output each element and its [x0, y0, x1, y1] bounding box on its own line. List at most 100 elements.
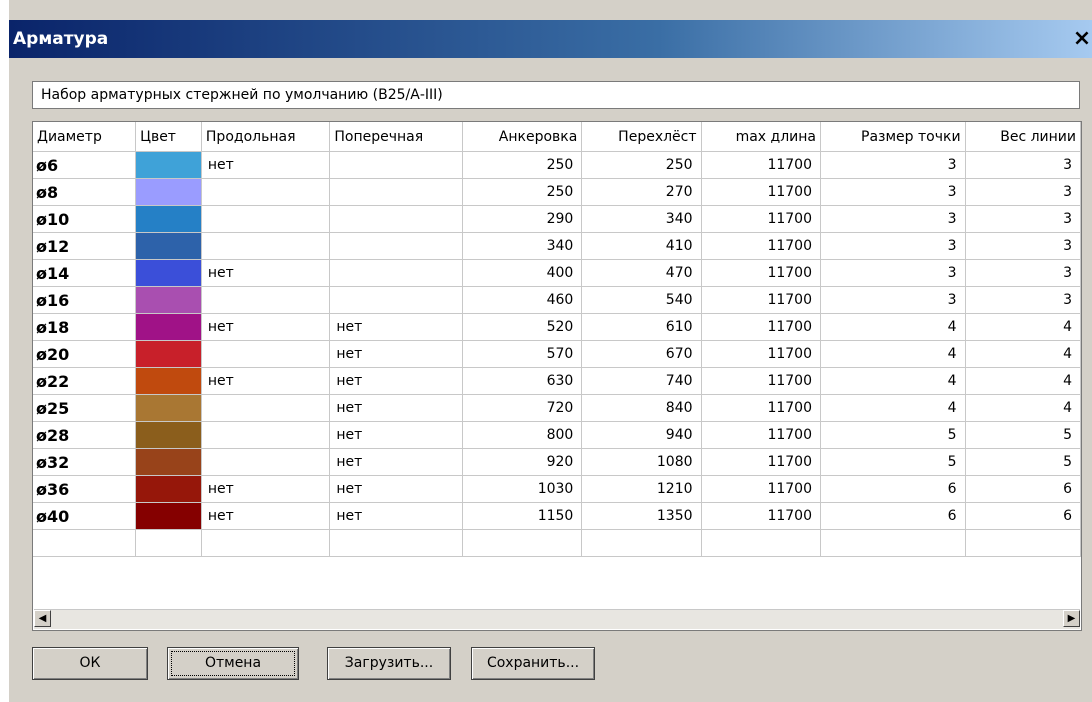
table-row[interactable]: ø12 340 410 11700 3 3 — [33, 232, 1081, 260]
line-weight-cell[interactable]: 3 — [965, 178, 1081, 206]
column-header-diameter[interactable]: Диаметр — [33, 122, 137, 152]
anchorage-cell[interactable]: 460 — [462, 286, 583, 314]
point-size-cell[interactable]: 3 — [820, 205, 966, 233]
color-cell[interactable] — [135, 313, 202, 341]
line-weight-cell[interactable]: 4 — [965, 394, 1081, 422]
overlap-cell[interactable]: 740 — [581, 367, 702, 395]
table-row[interactable]: ø16 460 540 11700 3 3 — [33, 286, 1081, 314]
anchorage-cell[interactable]: 720 — [462, 394, 583, 422]
color-cell[interactable] — [135, 475, 202, 503]
line-weight-cell[interactable]: 6 — [965, 502, 1081, 530]
table-row[interactable]: ø6 нет 250 250 11700 3 3 — [33, 151, 1081, 179]
max-length-cell[interactable]: 11700 — [701, 367, 821, 395]
anchorage-cell[interactable]: 800 — [462, 421, 583, 449]
line-weight-cell[interactable]: 5 — [965, 421, 1081, 449]
column-header-overlap[interactable]: Перехлёст — [581, 122, 702, 152]
color-cell[interactable] — [135, 367, 202, 395]
column-header-anchorage[interactable]: Анкеровка — [462, 122, 583, 152]
line-weight-cell[interactable]: 3 — [965, 286, 1081, 314]
anchorage-cell[interactable]: 290 — [462, 205, 583, 233]
empty-cell[interactable] — [135, 529, 202, 557]
longitudinal-cell[interactable] — [201, 232, 331, 260]
diameter-cell[interactable]: ø20 — [33, 340, 137, 368]
color-cell[interactable] — [135, 232, 202, 260]
longitudinal-cell[interactable]: нет — [201, 151, 331, 179]
ok-button[interactable]: ОК — [32, 647, 148, 680]
point-size-cell[interactable]: 4 — [820, 394, 966, 422]
longitudinal-cell[interactable]: нет — [201, 367, 331, 395]
point-size-cell[interactable]: 3 — [820, 178, 966, 206]
horizontal-scrollbar[interactable]: ◀ ▶ — [34, 609, 1080, 629]
longitudinal-cell[interactable] — [201, 448, 331, 476]
color-cell[interactable] — [135, 421, 202, 449]
longitudinal-cell[interactable] — [201, 286, 331, 314]
table-row[interactable]: ø40 нет нет 1150 1350 11700 6 6 — [33, 502, 1081, 530]
transverse-cell[interactable]: нет — [329, 367, 464, 395]
table-row[interactable]: ø25 нет 720 840 11700 4 4 — [33, 394, 1081, 422]
max-length-cell[interactable]: 11700 — [701, 448, 821, 476]
cancel-button[interactable]: Отмена — [167, 647, 299, 680]
empty-cell[interactable] — [462, 529, 583, 557]
table-row[interactable]: ø36 нет нет 1030 1210 11700 6 6 — [33, 475, 1081, 503]
max-length-cell[interactable]: 11700 — [701, 205, 821, 233]
anchorage-cell[interactable]: 520 — [462, 313, 583, 341]
point-size-cell[interactable]: 3 — [820, 232, 966, 260]
overlap-cell[interactable]: 840 — [581, 394, 702, 422]
column-header-transverse[interactable]: Поперечная — [329, 122, 464, 152]
max-length-cell[interactable]: 11700 — [701, 340, 821, 368]
overlap-cell[interactable]: 410 — [581, 232, 702, 260]
transverse-cell[interactable]: нет — [329, 502, 464, 530]
transverse-cell[interactable] — [329, 178, 464, 206]
save-button[interactable]: Сохранить... — [471, 647, 595, 680]
scroll-right-icon[interactable]: ▶ — [1063, 610, 1080, 627]
empty-cell[interactable] — [329, 529, 464, 557]
empty-cell[interactable] — [701, 529, 821, 557]
overlap-cell[interactable]: 470 — [581, 259, 702, 287]
set-name-field[interactable]: Набор арматурных стержней по умолчанию (… — [32, 81, 1080, 109]
color-cell[interactable] — [135, 340, 202, 368]
diameter-cell[interactable]: ø6 — [33, 151, 137, 179]
color-cell[interactable] — [135, 151, 202, 179]
longitudinal-cell[interactable] — [201, 205, 331, 233]
table-row[interactable]: ø28 нет 800 940 11700 5 5 — [33, 421, 1081, 449]
column-header-line-weight[interactable]: Вес линии — [965, 122, 1081, 152]
color-cell[interactable] — [135, 502, 202, 530]
table-row[interactable]: ø10 290 340 11700 3 3 — [33, 205, 1081, 233]
transverse-cell[interactable] — [329, 232, 464, 260]
max-length-cell[interactable]: 11700 — [701, 286, 821, 314]
diameter-cell[interactable]: ø12 — [33, 232, 137, 260]
transverse-cell[interactable] — [329, 286, 464, 314]
line-weight-cell[interactable]: 3 — [965, 232, 1081, 260]
longitudinal-cell[interactable] — [201, 394, 331, 422]
line-weight-cell[interactable]: 3 — [965, 205, 1081, 233]
color-cell[interactable] — [135, 394, 202, 422]
line-weight-cell[interactable]: 3 — [965, 259, 1081, 287]
empty-cell[interactable] — [201, 529, 331, 557]
longitudinal-cell[interactable] — [201, 421, 331, 449]
longitudinal-cell[interactable] — [201, 340, 331, 368]
anchorage-cell[interactable]: 400 — [462, 259, 583, 287]
table-row[interactable]: ø20 нет 570 670 11700 4 4 — [33, 340, 1081, 368]
close-icon[interactable]: × — [1072, 28, 1092, 50]
point-size-cell[interactable]: 4 — [820, 313, 966, 341]
anchorage-cell[interactable]: 920 — [462, 448, 583, 476]
longitudinal-cell[interactable] — [201, 178, 331, 206]
table-row[interactable]: ø14 нет 400 470 11700 3 3 — [33, 259, 1081, 287]
load-button[interactable]: Загрузить... — [327, 647, 451, 680]
color-cell[interactable] — [135, 286, 202, 314]
diameter-cell[interactable]: ø28 — [33, 421, 137, 449]
anchorage-cell[interactable]: 340 — [462, 232, 583, 260]
table-row[interactable]: ø22 нет нет 630 740 11700 4 4 — [33, 367, 1081, 395]
anchorage-cell[interactable]: 630 — [462, 367, 583, 395]
line-weight-cell[interactable]: 4 — [965, 340, 1081, 368]
empty-row[interactable] — [33, 529, 1081, 557]
transverse-cell[interactable]: нет — [329, 394, 464, 422]
line-weight-cell[interactable]: 5 — [965, 448, 1081, 476]
transverse-cell[interactable]: нет — [329, 421, 464, 449]
transverse-cell[interactable]: нет — [329, 475, 464, 503]
longitudinal-cell[interactable]: нет — [201, 475, 331, 503]
anchorage-cell[interactable]: 1030 — [462, 475, 583, 503]
overlap-cell[interactable]: 250 — [581, 151, 702, 179]
diameter-cell[interactable]: ø16 — [33, 286, 137, 314]
color-cell[interactable] — [135, 448, 202, 476]
